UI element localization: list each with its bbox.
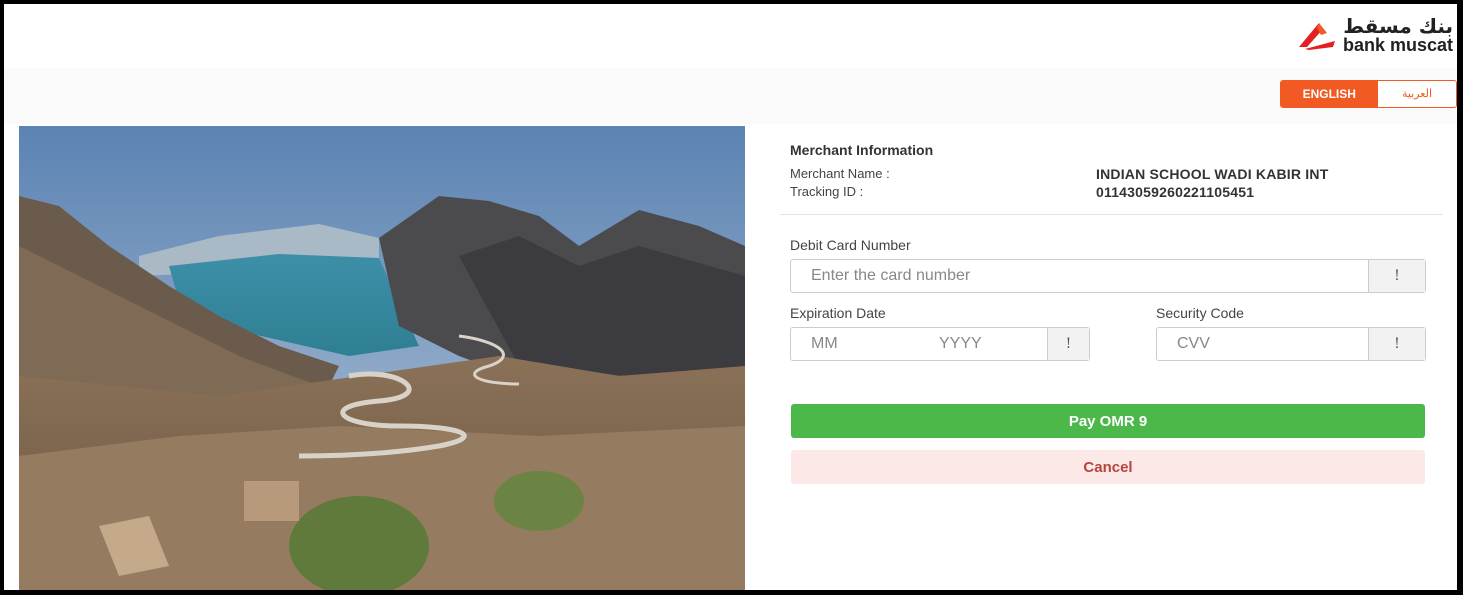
language-bar [4,68,1457,124]
language-arabic-button[interactable]: العربية [1377,81,1456,107]
expiration-date-label: Expiration Date [790,305,886,321]
merchant-name-value: INDIAN SCHOOL WADI KABIR INT [1096,166,1329,182]
tracking-id-row: Tracking ID : 0114305926022110545​1 [790,184,1443,202]
expiration-date-group: ! [790,327,1090,361]
merchant-info-heading: Merchant Information [790,142,934,158]
payment-panel: Merchant Information Merchant Name : IND… [780,142,1443,361]
header-bar: بنك مسقط bank muscat [4,4,1457,68]
language-switcher: ENGLISH العربية [1279,80,1457,108]
pay-button[interactable]: Pay OMR 9 [791,404,1425,438]
merchant-name-row: Merchant Name : INDIAN SCHOOL WADI KABIR… [790,166,1443,184]
tracking-id-value: 0114305926022110545​1 [1096,184,1255,200]
cancel-button[interactable]: Cancel [791,450,1425,484]
tracking-id-label: Tracking ID : [790,184,864,199]
card-number-info-icon[interactable]: ! [1368,260,1425,292]
expiry-info-icon[interactable]: ! [1047,328,1089,360]
card-number-input[interactable] [791,260,1368,292]
language-english-button[interactable]: ENGLISH [1280,81,1378,107]
expiry-year-input[interactable] [919,328,1047,360]
cvv-info-icon[interactable]: ! [1368,328,1425,360]
logo-arabic-text: بنك مسقط [1343,14,1453,38]
bank-logo: بنك مسقط bank muscat [1297,16,1453,54]
expiry-month-input[interactable] [791,328,919,360]
merchant-name-label: Merchant Name : [790,166,890,181]
bank-muscat-logo-icon [1298,23,1335,50]
logo-english-text: bank muscat [1342,35,1453,55]
security-code-group: ! [1156,327,1426,361]
card-number-label: Debit Card Number [790,237,911,253]
security-code-label: Security Code [1156,305,1244,321]
landscape-photo [19,126,745,590]
payment-page: بنك مسقط bank muscat ENGLISH العربية Mer… [4,4,1457,590]
card-number-group: ! [790,259,1426,293]
section-divider [780,214,1443,215]
cvv-input[interactable] [1157,328,1368,360]
